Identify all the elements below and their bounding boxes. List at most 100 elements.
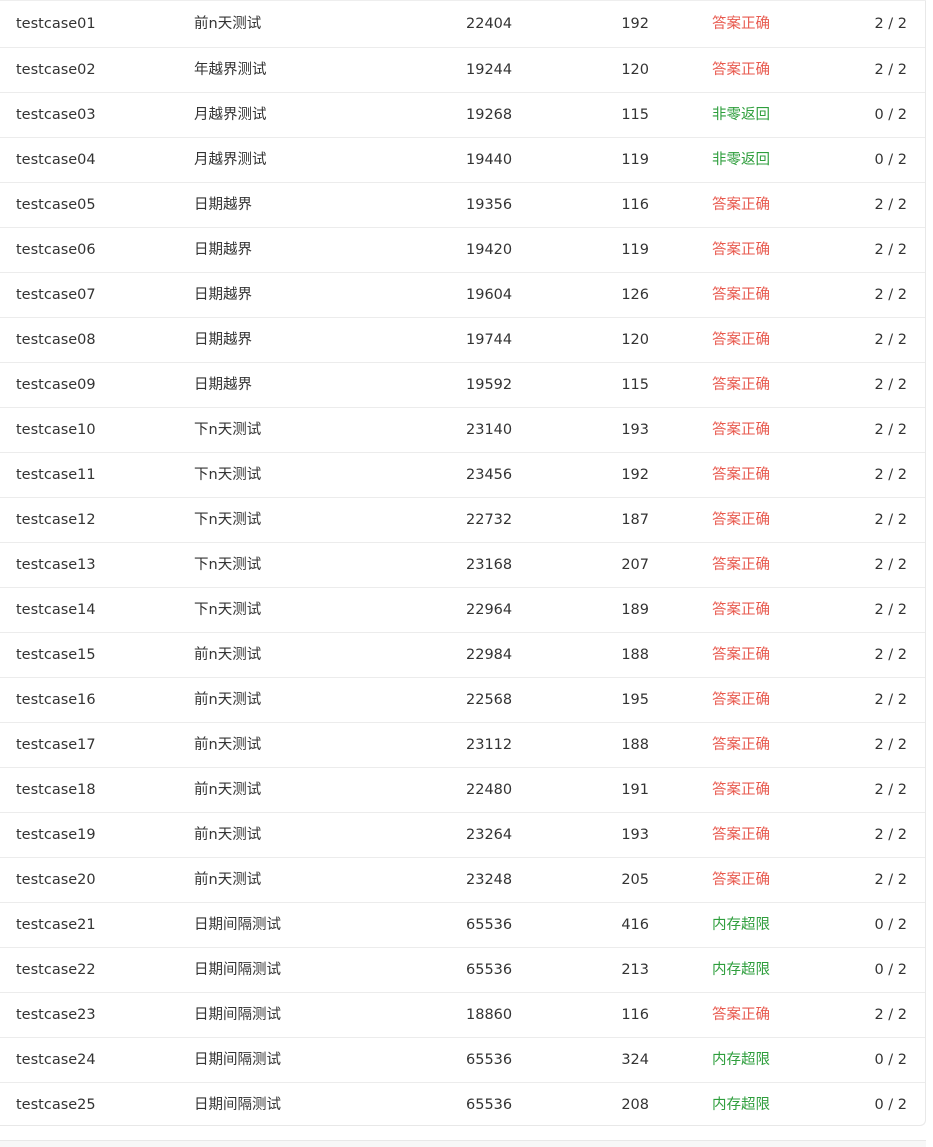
testcase-description: 前n天测试	[194, 872, 262, 888]
score: 2 / 2	[874, 332, 907, 348]
testcase-name: testcase06	[16, 242, 96, 258]
run-time: 188	[621, 647, 649, 663]
testcase-name: testcase11	[16, 467, 96, 483]
testcase-name: testcase15	[16, 647, 96, 663]
testcase-description: 日期间隔测试	[194, 962, 281, 978]
testcase-name: testcase04	[16, 152, 96, 168]
memory-usage: 23264	[466, 827, 513, 843]
table-row: testcase24 日期间隔测试 65536 324 内存超限 0 / 2	[0, 1037, 925, 1082]
score: 2 / 2	[874, 827, 907, 843]
status-label: 答案正确	[712, 1007, 770, 1023]
memory-usage: 19268	[466, 107, 513, 123]
memory-usage: 22964	[466, 602, 513, 618]
run-time: 192	[621, 16, 649, 32]
memory-usage: 65536	[466, 917, 513, 933]
status-label: 答案正确	[712, 242, 770, 258]
testcase-description: 年越界测试	[194, 62, 267, 78]
table-row: testcase02 年越界测试 19244 120 答案正确 2 / 2	[0, 47, 925, 92]
testcase-description: 月越界测试	[194, 107, 267, 123]
run-time: 120	[621, 332, 649, 348]
status-label: 答案正确	[712, 737, 770, 753]
run-time: 205	[621, 872, 649, 888]
table-row: testcase22 日期间隔测试 65536 213 内存超限 0 / 2	[0, 947, 925, 992]
testcase-description: 日期间隔测试	[194, 1052, 281, 1068]
status-label: 内存超限	[712, 1052, 770, 1068]
run-time: 213	[621, 962, 649, 978]
status-label: 答案正确	[712, 62, 770, 78]
testcase-description: 日期间隔测试	[194, 917, 281, 933]
score: 2 / 2	[874, 197, 907, 213]
memory-usage: 22732	[466, 512, 513, 528]
testcase-name: testcase05	[16, 197, 96, 213]
memory-usage: 65536	[466, 1097, 513, 1113]
memory-usage: 19440	[466, 152, 513, 168]
score: 2 / 2	[874, 647, 907, 663]
testcase-description: 日期越界	[194, 242, 252, 258]
table-top-border	[0, 0, 926, 1]
run-time: 187	[621, 512, 649, 528]
testcase-description: 月越界测试	[194, 152, 267, 168]
testcase-name: testcase03	[16, 107, 96, 123]
score: 0 / 2	[874, 917, 907, 933]
testcase-description: 日期间隔测试	[194, 1097, 281, 1113]
testcase-description: 日期越界	[194, 377, 252, 393]
testcase-name: testcase09	[16, 377, 96, 393]
testcase-name: testcase22	[16, 962, 96, 978]
status-label: 答案正确	[712, 422, 770, 438]
testcase-description: 日期间隔测试	[194, 1007, 281, 1023]
testcase-description: 前n天测试	[194, 16, 262, 32]
table-row: testcase07 日期越界 19604 126 答案正确 2 / 2	[0, 272, 925, 317]
table-row: testcase05 日期越界 19356 116 答案正确 2 / 2	[0, 182, 925, 227]
status-label: 内存超限	[712, 1097, 770, 1113]
table-row: testcase12 下n天测试 22732 187 答案正确 2 / 2	[0, 497, 925, 542]
status-label: 答案正确	[712, 782, 770, 798]
run-time: 193	[621, 827, 649, 843]
run-time: 191	[621, 782, 649, 798]
score: 0 / 2	[874, 962, 907, 978]
score: 2 / 2	[874, 737, 907, 753]
table-row: testcase13 下n天测试 23168 207 答案正确 2 / 2	[0, 542, 925, 587]
run-time: 208	[621, 1097, 649, 1113]
score: 2 / 2	[874, 467, 907, 483]
status-label: 答案正确	[712, 197, 770, 213]
testcase-name: testcase10	[16, 422, 96, 438]
status-label: 答案正确	[712, 467, 770, 483]
memory-usage: 19592	[466, 377, 513, 393]
testcase-description: 下n天测试	[194, 512, 262, 528]
score: 2 / 2	[874, 287, 907, 303]
testcase-description: 日期越界	[194, 197, 252, 213]
testcase-description: 前n天测试	[194, 827, 262, 843]
memory-usage: 23140	[466, 422, 513, 438]
testcase-name: testcase02	[16, 62, 96, 78]
table-row: testcase23 日期间隔测试 18860 116 答案正确 2 / 2	[0, 992, 925, 1037]
testcase-name: testcase08	[16, 332, 96, 348]
memory-usage: 22568	[466, 692, 513, 708]
table-row: testcase15 前n天测试 22984 188 答案正确 2 / 2	[0, 632, 925, 677]
testcase-description: 前n天测试	[194, 692, 262, 708]
memory-usage: 23168	[466, 557, 513, 573]
memory-usage: 23456	[466, 467, 513, 483]
table-row: testcase14 下n天测试 22964 189 答案正确 2 / 2	[0, 587, 925, 632]
table-row: testcase10 下n天测试 23140 193 答案正确 2 / 2	[0, 407, 925, 452]
status-label: 非零返回	[712, 107, 770, 123]
testcase-name: testcase20	[16, 872, 96, 888]
status-label: 内存超限	[712, 917, 770, 933]
testcase-name: testcase16	[16, 692, 96, 708]
testcase-name: testcase18	[16, 782, 96, 798]
status-label: 答案正确	[712, 332, 770, 348]
memory-usage: 18860	[466, 1007, 513, 1023]
score: 2 / 2	[874, 602, 907, 618]
score: 0 / 2	[874, 107, 907, 123]
testcase-name: testcase24	[16, 1052, 96, 1068]
score: 2 / 2	[874, 872, 907, 888]
testcase-description: 前n天测试	[194, 647, 262, 663]
run-time: 116	[621, 197, 649, 213]
table-row: testcase17 前n天测试 23112 188 答案正确 2 / 2	[0, 722, 925, 767]
score: 2 / 2	[874, 422, 907, 438]
status-label: 内存超限	[712, 962, 770, 978]
testcase-description: 下n天测试	[194, 602, 262, 618]
run-time: 193	[621, 422, 649, 438]
testcase-name: testcase23	[16, 1007, 96, 1023]
table-row: testcase11 下n天测试 23456 192 答案正确 2 / 2	[0, 452, 925, 497]
run-time: 188	[621, 737, 649, 753]
